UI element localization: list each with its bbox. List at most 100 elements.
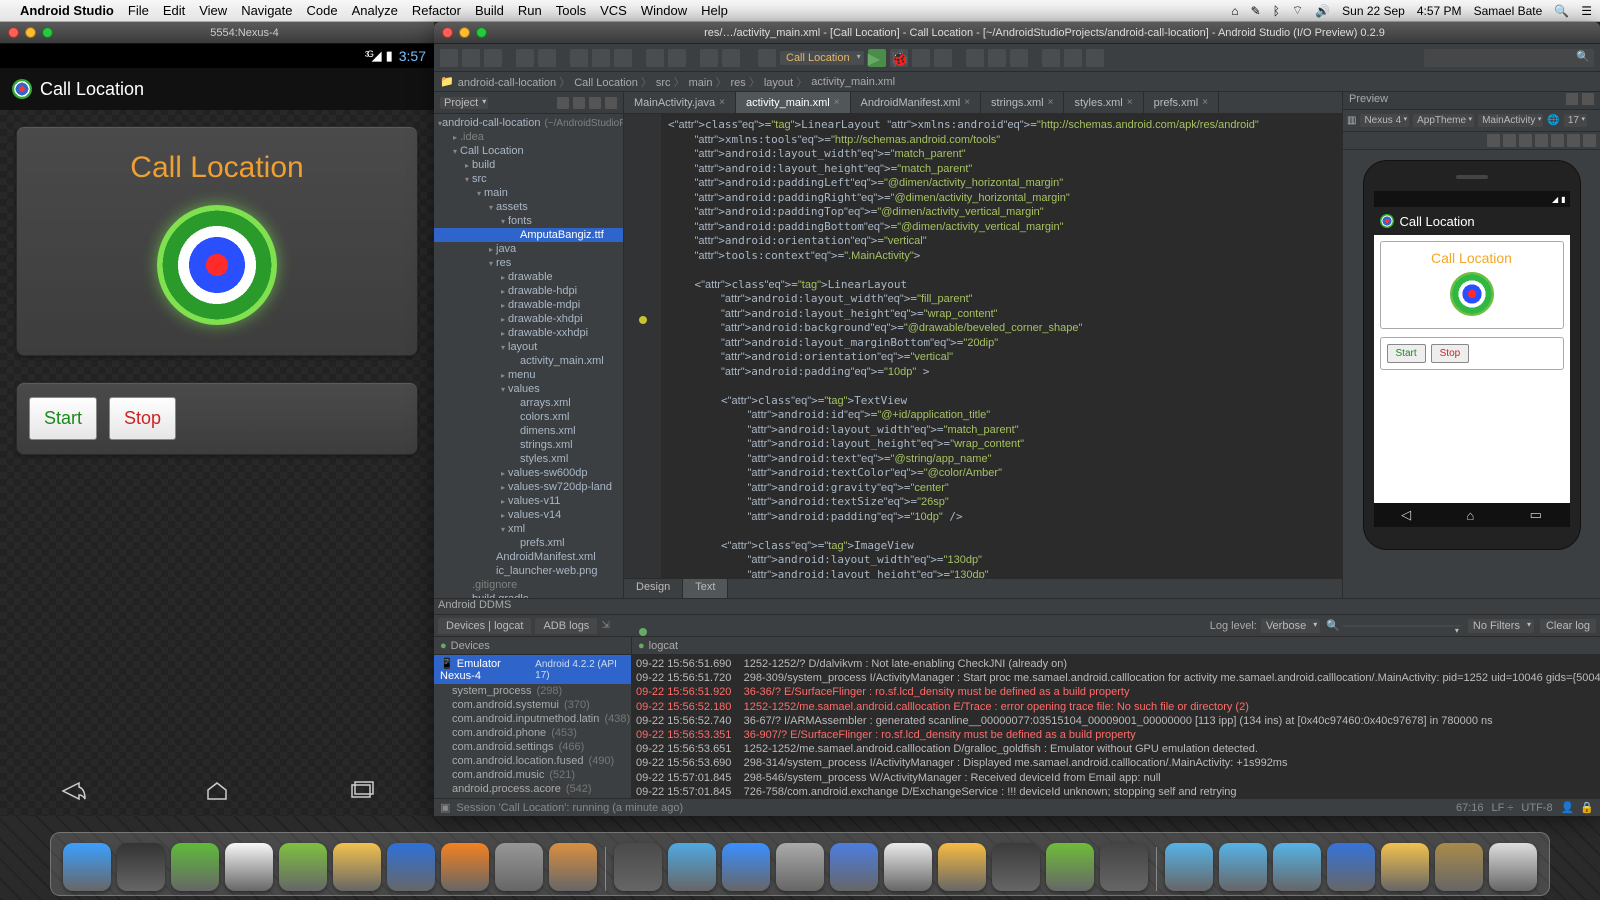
editor-tab[interactable]: AndroidManifest.xml× (851, 92, 982, 113)
back-nav-icon[interactable] (57, 781, 87, 801)
tree-row[interactable]: ▸build (434, 158, 623, 172)
cut-icon[interactable] (570, 49, 588, 67)
menu-view[interactable]: View (199, 3, 227, 18)
tree-row[interactable]: ▾main (434, 186, 623, 200)
replace-icon[interactable] (668, 49, 686, 67)
process-row[interactable]: com.android.inputmethod.latin (438) (434, 712, 631, 726)
process-row[interactable]: com.android.systemui (370) (434, 698, 631, 712)
tree-row[interactable]: ▾values (434, 382, 623, 396)
settings-gear-icon[interactable] (1566, 93, 1578, 105)
settings-icon[interactable] (1583, 134, 1596, 147)
menu-file[interactable]: File (128, 3, 149, 18)
tree-row[interactable]: ▾android-call-location(~/AndroidStudioPr… (434, 116, 623, 130)
open-icon[interactable] (440, 49, 458, 67)
file-encoding[interactable]: UTF-8 (1521, 802, 1552, 814)
dock-app[interactable] (830, 843, 878, 891)
tree-row[interactable]: ▸values-sw720dp-land (434, 480, 623, 494)
tree-row[interactable]: activity_main.xml (434, 354, 623, 368)
tree-row[interactable]: ▸values-v11 (434, 494, 623, 508)
stop-icon[interactable] (934, 49, 952, 67)
line-separator[interactable]: LF ÷ (1491, 802, 1513, 814)
dock-app[interactable] (1219, 843, 1267, 891)
filter-config-selector[interactable]: No Filters (1468, 619, 1534, 633)
volume-icon[interactable]: 🔊 (1315, 4, 1330, 18)
editor-tab[interactable]: MainActivity.java× (624, 92, 736, 113)
tree-row[interactable]: ▾layout (434, 340, 623, 354)
breadcrumb-item[interactable]: src (656, 74, 685, 90)
bluetooth-icon[interactable]: ᛒ (1273, 4, 1280, 18)
breadcrumb-item[interactable]: layout (764, 74, 807, 90)
menu-tools[interactable]: Tools (556, 3, 586, 18)
settings-gear-icon[interactable] (589, 97, 601, 109)
editor-tab[interactable]: strings.xml× (981, 92, 1064, 113)
minimize-icon[interactable] (25, 27, 36, 38)
tree-row[interactable]: arrays.xml (434, 396, 623, 410)
editor-tab[interactable]: styles.xml× (1064, 92, 1143, 113)
refresh-icon[interactable] (1551, 134, 1564, 147)
device-row[interactable]: 📱 Emulator Nexus-4 Android 4.2.2 (API 17… (434, 655, 631, 684)
dock-app[interactable] (1381, 843, 1429, 891)
loglevel-selector[interactable]: Verbose (1261, 619, 1320, 633)
dock-app[interactable] (171, 843, 219, 891)
dock-app[interactable] (1165, 843, 1213, 891)
project-structure-icon[interactable] (1042, 49, 1060, 67)
menu-vcs[interactable]: VCS (600, 3, 627, 18)
attach-debugger-icon[interactable] (912, 49, 930, 67)
sdk-manager-icon[interactable] (988, 49, 1006, 67)
zoom-in-icon[interactable] (1519, 134, 1532, 147)
tree-row[interactable]: ic_launcher-web.png (434, 564, 623, 578)
dock-app[interactable] (1046, 843, 1094, 891)
menu-app[interactable]: Android Studio (20, 3, 114, 18)
zoom-out-icon[interactable] (1535, 134, 1548, 147)
save-icon[interactable] (462, 49, 480, 67)
tree-row[interactable]: ▸drawable-mdpi (434, 298, 623, 312)
activity-selector[interactable]: MainActivity (1478, 114, 1543, 127)
menu-code[interactable]: Code (307, 3, 338, 18)
menu-build[interactable]: Build (475, 3, 504, 18)
hide-icon[interactable] (605, 97, 617, 109)
dock-app[interactable] (333, 843, 381, 891)
debug-icon[interactable]: 🐞 (890, 49, 908, 67)
tree-row[interactable]: ▸java (434, 242, 623, 256)
dock-app[interactable] (722, 843, 770, 891)
avd-manager-icon[interactable] (966, 49, 984, 67)
dock-app[interactable] (1327, 843, 1375, 891)
editor-tab[interactable]: prefs.xml× (1144, 92, 1219, 113)
tree-row[interactable]: ▾src (434, 172, 623, 186)
spotlight-icon[interactable]: 🔍 (1554, 4, 1569, 18)
tree-row[interactable]: ▸menu (434, 368, 623, 382)
process-row[interactable]: com.android.settings (466) (434, 740, 631, 754)
tree-row[interactable]: ▾xml (434, 522, 623, 536)
theme-selector[interactable]: AppTheme (1413, 114, 1474, 127)
process-list[interactable]: system_process (298)com.android.systemui… (434, 684, 631, 798)
recent-nav-icon[interactable] (347, 781, 377, 801)
tree-row[interactable]: ▸drawable-hdpi (434, 284, 623, 298)
breadcrumb-item[interactable]: activity_main.xml (811, 76, 895, 88)
ddms-tab-adb[interactable]: ADB logs (535, 618, 597, 634)
tree-row[interactable]: ▾assets (434, 200, 623, 214)
fwd-nav-icon[interactable] (722, 49, 740, 67)
home-nav-icon[interactable] (202, 781, 232, 801)
hide-icon[interactable] (1582, 93, 1594, 105)
evernote-icon[interactable]: ✎ (1251, 4, 1261, 18)
pin-icon[interactable]: ⇲ (601, 620, 609, 631)
close-icon[interactable]: × (1202, 97, 1208, 108)
search-icon[interactable]: 🔍 (1576, 50, 1590, 63)
orientation-icon[interactable]: ▥ (1347, 115, 1356, 126)
menubar-date[interactable]: Sun 22 Sep (1342, 4, 1405, 18)
project-tree[interactable]: ▾android-call-location(~/AndroidStudioPr… (434, 114, 623, 598)
tree-row[interactable]: ▸values-v14 (434, 508, 623, 522)
zoom-icon[interactable] (476, 27, 487, 38)
menubar-user[interactable]: Samael Bate (1474, 4, 1543, 18)
dock-app[interactable] (1273, 843, 1321, 891)
dock-app[interactable] (668, 843, 716, 891)
sync-icon[interactable] (484, 49, 502, 67)
close-icon[interactable]: × (1048, 97, 1054, 108)
dock-app[interactable] (1489, 843, 1537, 891)
menu-edit[interactable]: Edit (163, 3, 185, 18)
close-icon[interactable] (442, 27, 453, 38)
dock-app[interactable] (776, 843, 824, 891)
search-icon[interactable]: 🔍 (1326, 619, 1340, 632)
editor-gutter[interactable] (624, 114, 662, 578)
inspections-icon[interactable]: 👤 (1561, 801, 1575, 814)
